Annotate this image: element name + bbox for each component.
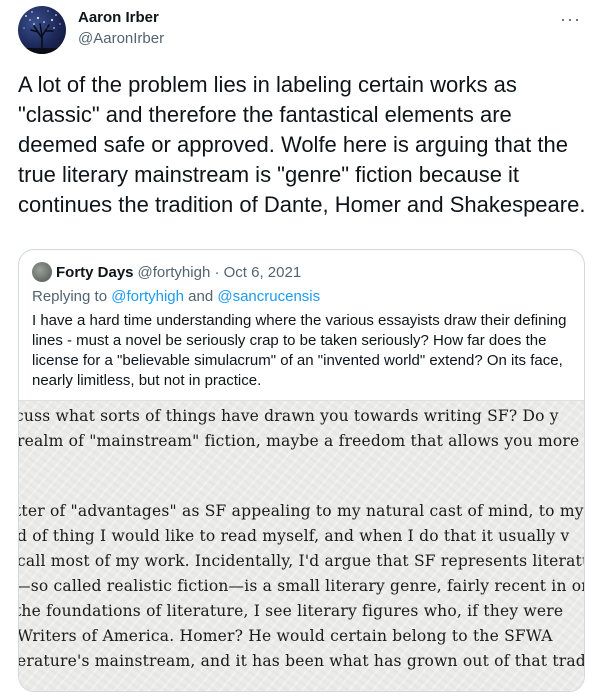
reply-user-link[interactable]: @sancrucensis xyxy=(217,288,320,305)
replying-and: and xyxy=(183,288,218,305)
tree-icon xyxy=(18,10,66,54)
quote-author-name[interactable]: Forty Days xyxy=(56,264,134,281)
scan-line: cuss what sorts of things have drawn you… xyxy=(19,407,559,425)
author-name[interactable]: Aaron Irber xyxy=(78,9,159,26)
scan-line: erature's mainstream, and it has been wh… xyxy=(19,652,584,670)
scan-line: —so called realistic fiction—is a small … xyxy=(19,577,584,595)
author-avatar[interactable] xyxy=(18,6,66,54)
tweet-text: A lot of the problem lies in labeling ce… xyxy=(18,72,586,217)
scan-line: call most of my work. Incidentally, I'd … xyxy=(19,552,584,570)
more-options-icon[interactable]: ··· xyxy=(560,9,581,30)
quoted-tweet[interactable]: Forty Days @fortyhigh · Oct 6, 2021 Repl… xyxy=(18,249,585,692)
quote-header: Forty Days @fortyhigh · Oct 6, 2021 xyxy=(32,262,301,282)
scan-line: realm of "mainstream" fiction, maybe a f… xyxy=(19,432,580,450)
quote-avatar[interactable] xyxy=(32,262,52,282)
scan-line: d of thing I would like to read myself, … xyxy=(19,527,570,545)
replying-prefix: Replying to xyxy=(32,288,112,305)
quote-handle-date: @fortyhigh · Oct 6, 2021 xyxy=(137,263,302,281)
scan-line: Writers of America. Homer? He would cert… xyxy=(19,627,553,645)
replying-to: Replying to @fortyhigh and @sancrucensis xyxy=(32,288,320,305)
scanned-page-image[interactable]: cuss what sorts of things have drawn you… xyxy=(19,400,584,691)
scan-line: tter of "advantages" as SF appealing to … xyxy=(19,502,584,520)
author-handle[interactable]: @AaronIrber xyxy=(78,30,164,47)
scan-line: the foundations of literature, I see lit… xyxy=(19,602,564,620)
reply-user-link[interactable]: @fortyhigh xyxy=(111,288,184,305)
quote-body: I have a hard time understanding where t… xyxy=(32,312,567,389)
